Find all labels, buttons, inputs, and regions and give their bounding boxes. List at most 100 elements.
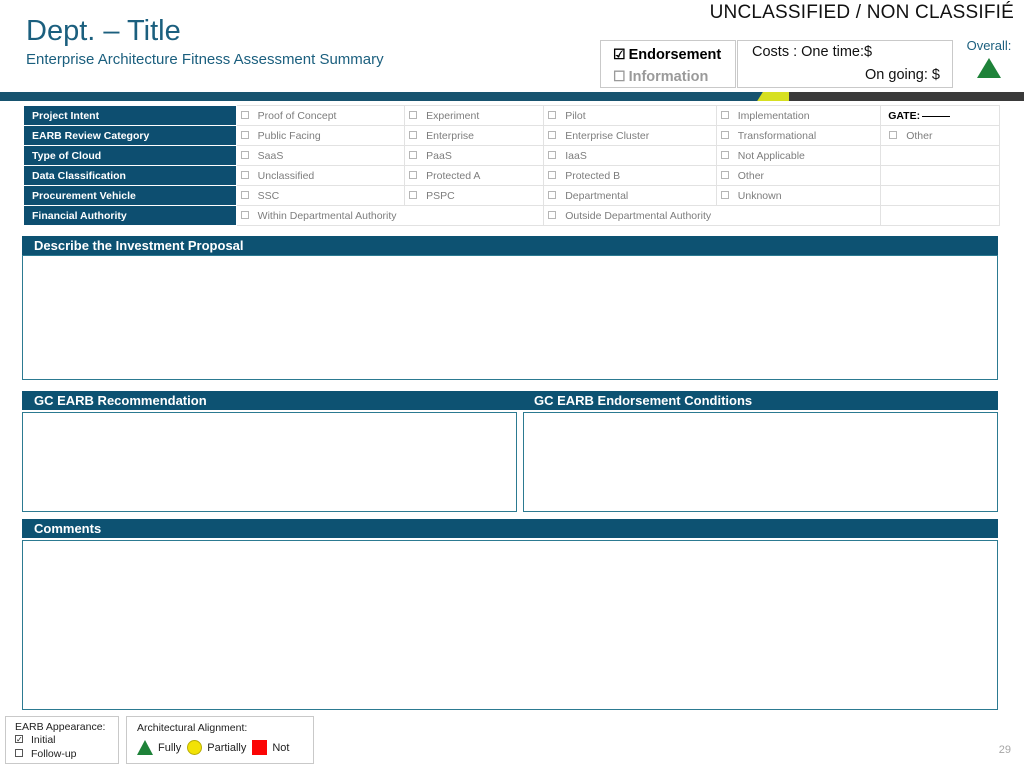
option-label: Experiment bbox=[426, 110, 479, 122]
option-label: Public Facing bbox=[258, 130, 321, 142]
option-experiment[interactable]: Experiment bbox=[405, 106, 544, 126]
unchecked-checkbox-icon[interactable]: ☐ bbox=[613, 68, 626, 84]
option-departmental[interactable]: Departmental bbox=[544, 186, 717, 206]
checkbox-icon[interactable] bbox=[548, 191, 556, 199]
option-other-classification[interactable]: Other bbox=[716, 166, 880, 186]
checkbox-icon[interactable] bbox=[241, 191, 249, 199]
checkbox-icon[interactable] bbox=[548, 211, 556, 219]
row-label-type-of-cloud: Type of Cloud bbox=[23, 146, 236, 166]
table-row: Procurement Vehicle SSC PSPC Departmenta… bbox=[23, 186, 1000, 206]
endorsement-option[interactable]: ☑Endorsement bbox=[613, 44, 735, 66]
checkbox-icon[interactable] bbox=[409, 191, 417, 199]
option-enterprise[interactable]: Enterprise bbox=[405, 126, 544, 146]
option-label: Follow-up bbox=[31, 748, 77, 760]
option-label: Enterprise Cluster bbox=[565, 130, 649, 142]
checkbox-icon[interactable] bbox=[721, 111, 729, 119]
option-transformational[interactable]: Transformational bbox=[716, 126, 880, 146]
option-unclassified[interactable]: Unclassified bbox=[236, 166, 405, 186]
checkbox-icon[interactable] bbox=[548, 131, 556, 139]
option-label: Protected A bbox=[426, 170, 480, 182]
empty-cell bbox=[881, 166, 1000, 186]
option-enterprise-cluster[interactable]: Enterprise Cluster bbox=[544, 126, 717, 146]
costs-box: Costs : One time:$ On going: $ bbox=[737, 40, 953, 88]
checked-checkbox-icon[interactable]: ☑ bbox=[613, 46, 626, 62]
criteria-table-body: Project Intent Proof of Concept Experime… bbox=[23, 106, 1000, 226]
checkbox-icon[interactable] bbox=[241, 211, 249, 219]
checkbox-icon[interactable] bbox=[721, 191, 729, 199]
describe-investment-proposal-textbox[interactable] bbox=[22, 255, 998, 380]
option-label: PSPC bbox=[426, 190, 455, 202]
green-triangle-icon bbox=[137, 740, 153, 755]
checkbox-icon[interactable] bbox=[548, 151, 556, 159]
gc-earb-endorsement-conditions-textbox[interactable] bbox=[523, 412, 998, 512]
checkbox-icon[interactable] bbox=[548, 171, 556, 179]
option-not-applicable[interactable]: Not Applicable bbox=[716, 146, 880, 166]
overall-label: Overall: bbox=[958, 38, 1020, 53]
option-label: SaaS bbox=[258, 150, 284, 162]
section-header-comments: Comments bbox=[22, 519, 998, 538]
checkbox-icon[interactable] bbox=[721, 151, 729, 159]
architectural-alignment-title: Architectural Alignment: bbox=[137, 722, 313, 734]
checkbox-icon[interactable] bbox=[409, 171, 417, 179]
architectural-alignment-legend: Architectural Alignment: Fully Partially… bbox=[126, 716, 314, 764]
option-outside-departmental-authority[interactable]: Outside Departmental Authority bbox=[544, 206, 881, 226]
alignment-label: Fully bbox=[158, 742, 181, 754]
option-protected-b[interactable]: Protected B bbox=[544, 166, 717, 186]
empty-cell bbox=[881, 186, 1000, 206]
endorsement-type-box: ☑Endorsement ☐Information bbox=[600, 40, 736, 88]
alignment-fully: Fully bbox=[137, 740, 181, 755]
gate-field[interactable]: GATE: bbox=[881, 106, 1000, 126]
option-paas[interactable]: PaaS bbox=[405, 146, 544, 166]
checkbox-icon[interactable] bbox=[409, 131, 417, 139]
checkbox-icon[interactable] bbox=[241, 111, 249, 119]
option-pilot[interactable]: Pilot bbox=[544, 106, 717, 126]
information-option[interactable]: ☐Information bbox=[613, 66, 735, 88]
option-pspc[interactable]: PSPC bbox=[405, 186, 544, 206]
option-label: Other bbox=[906, 130, 932, 142]
option-label: Pilot bbox=[565, 110, 585, 122]
option-public-facing[interactable]: Public Facing bbox=[236, 126, 405, 146]
gate-input-line[interactable] bbox=[922, 116, 950, 117]
table-row: Data Classification Unclassified Protect… bbox=[23, 166, 1000, 186]
checkbox-icon[interactable] bbox=[889, 131, 897, 139]
option-proof-of-concept[interactable]: Proof of Concept bbox=[236, 106, 405, 126]
checkbox-icon[interactable] bbox=[241, 151, 249, 159]
endorsement-label: Endorsement bbox=[629, 47, 722, 63]
yellow-circle-icon bbox=[187, 740, 202, 755]
earb-appearance-follow-up[interactable]: Follow-up bbox=[15, 747, 118, 761]
checkbox-icon[interactable] bbox=[721, 131, 729, 139]
section-header-conditions: GC EARB Endorsement Conditions bbox=[522, 391, 998, 410]
option-implementation[interactable]: Implementation bbox=[716, 106, 880, 126]
gc-earb-recommendation-textbox[interactable] bbox=[22, 412, 517, 512]
unchecked-checkbox-icon[interactable] bbox=[15, 749, 23, 757]
checkbox-icon[interactable] bbox=[241, 131, 249, 139]
comments-textbox[interactable] bbox=[22, 540, 998, 710]
row-label-financial-authority: Financial Authority bbox=[23, 206, 236, 226]
option-saas[interactable]: SaaS bbox=[236, 146, 405, 166]
option-label: Transformational bbox=[738, 130, 816, 142]
option-label: Unknown bbox=[738, 190, 782, 202]
option-ssc[interactable]: SSC bbox=[236, 186, 405, 206]
green-triangle-up-icon bbox=[977, 58, 1001, 78]
page-number: 29 bbox=[999, 744, 1011, 756]
option-label: Proof of Concept bbox=[258, 110, 337, 122]
option-unknown[interactable]: Unknown bbox=[716, 186, 880, 206]
section-header-recommendation: GC EARB Recommendation bbox=[22, 391, 522, 410]
checkbox-icon[interactable] bbox=[721, 171, 729, 179]
table-row: Financial Authority Within Departmental … bbox=[23, 206, 1000, 226]
option-label: Unclassified bbox=[258, 170, 315, 182]
option-iaas[interactable]: IaaS bbox=[544, 146, 717, 166]
red-square-icon bbox=[252, 740, 267, 755]
checkbox-icon[interactable] bbox=[409, 151, 417, 159]
checkbox-icon[interactable] bbox=[241, 171, 249, 179]
checkbox-icon[interactable] bbox=[548, 111, 556, 119]
option-protected-a[interactable]: Protected A bbox=[405, 166, 544, 186]
option-other-category[interactable]: Other bbox=[881, 126, 1000, 146]
page-subtitle: Enterprise Architecture Fitness Assessme… bbox=[26, 51, 384, 68]
checkbox-icon[interactable] bbox=[409, 111, 417, 119]
option-label: Enterprise bbox=[426, 130, 474, 142]
checked-checkbox-icon[interactable]: ✓ bbox=[15, 735, 23, 743]
option-within-departmental-authority[interactable]: Within Departmental Authority bbox=[236, 206, 544, 226]
earb-appearance-initial[interactable]: ✓Initial bbox=[15, 733, 118, 747]
accent-bar bbox=[0, 92, 1024, 101]
